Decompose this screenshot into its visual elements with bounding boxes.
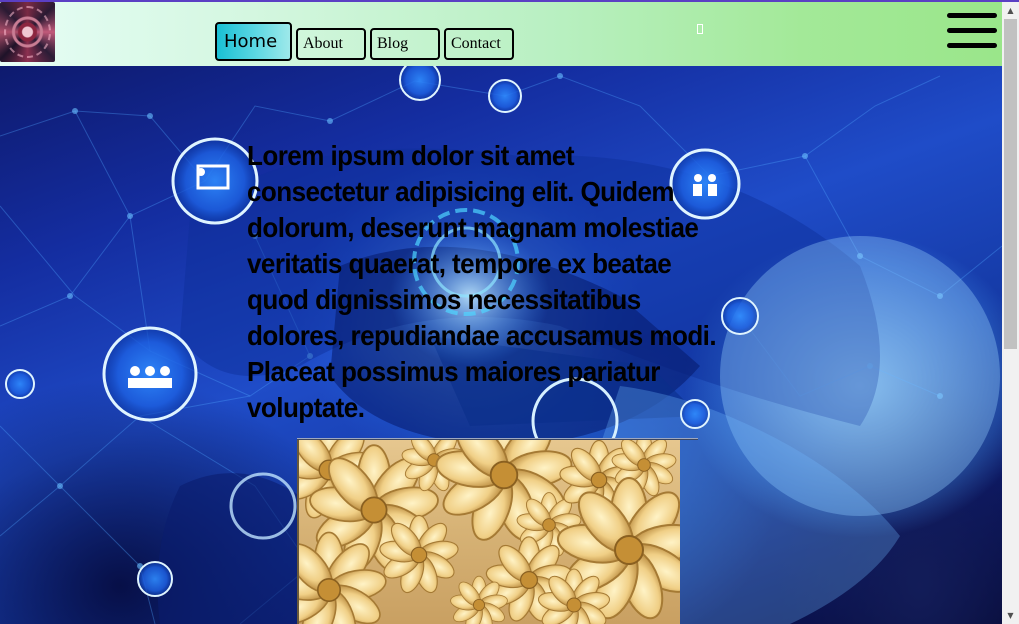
golden-flowers-image	[297, 440, 680, 624]
scrollbar-thumb[interactable]	[1004, 19, 1017, 349]
nav-about-button[interactable]: About	[296, 28, 366, 60]
window-top-border	[0, 0, 1019, 2]
nav-home-button[interactable]: Home	[215, 22, 292, 61]
flower-mandala-logo-icon[interactable]	[0, 2, 55, 62]
hamburger-bar	[947, 43, 997, 48]
missing-glyph-icon	[697, 24, 703, 34]
hero-paragraph: Lorem ipsum dolor sit amet consectetur a…	[247, 140, 717, 423]
scroll-up-arrow-icon[interactable]: ▲	[1002, 2, 1019, 19]
page: Home About Blog Contact Lorem ipsum dolo…	[0, 0, 1019, 624]
hamburger-bar	[947, 28, 997, 33]
golden-flowers-graphic	[299, 440, 680, 624]
vertical-scrollbar[interactable]: ▲ ▼	[1002, 2, 1019, 624]
nav-contact-button[interactable]: Contact	[444, 28, 514, 60]
site-header: Home About Blog Contact	[0, 2, 1002, 66]
scroll-down-arrow-icon[interactable]: ▼	[1002, 607, 1019, 624]
hero-section: Lorem ipsum dolor sit amet consectetur a…	[0, 66, 1002, 624]
hamburger-bar	[947, 13, 997, 18]
nav-blog-button[interactable]: Blog	[370, 28, 440, 60]
hamburger-menu-icon[interactable]	[946, 13, 998, 51]
